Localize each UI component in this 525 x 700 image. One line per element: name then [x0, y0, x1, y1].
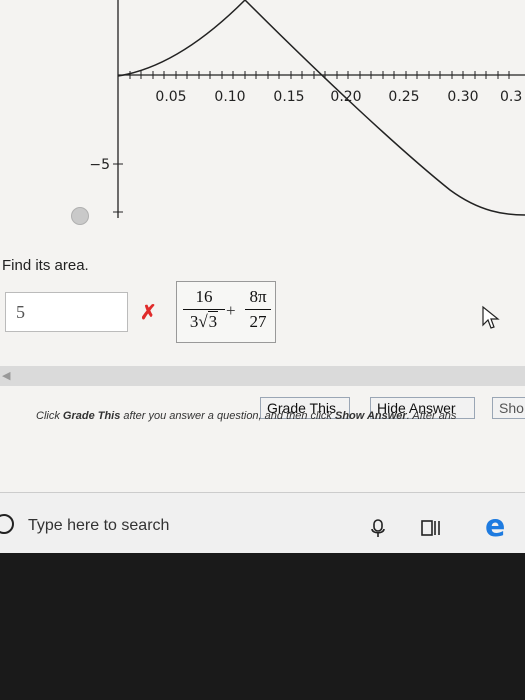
x-tick-label: 0.30: [447, 89, 478, 105]
horizontal-scrollbar[interactable]: ◀: [0, 366, 525, 386]
scroll-left-icon[interactable]: ◀: [2, 369, 10, 382]
microphone-icon[interactable]: [370, 519, 386, 539]
curve-upper: [117, 0, 246, 77]
fraction-term-1: 16 3√3: [183, 287, 225, 332]
graph-plot: 0.05 0.10 0.15 0.20 0.25 0.30 0.3 −5: [89, 0, 525, 218]
y-tick-label: −5: [89, 157, 110, 173]
windows-taskbar: Type here to search e: [0, 492, 525, 553]
x-tick-label: 0.25: [388, 89, 419, 105]
task-view-icon[interactable]: [420, 517, 442, 539]
term2-denominator: 27: [249, 312, 267, 331]
taskbar-search-input[interactable]: Type here to search: [28, 517, 169, 535]
answer-input[interactable]: 5: [5, 292, 128, 332]
fraction-term-2: 8π 27: [245, 287, 271, 332]
x-tick-label: 0.3: [500, 89, 522, 105]
x-tick-label: 0.05: [155, 89, 186, 105]
mouse-cursor-icon: [482, 305, 500, 329]
assignment-page: 0.05 0.10 0.15 0.20 0.25 0.30 0.3 −5 Fin…: [0, 0, 525, 492]
curve-lower: [244, 0, 525, 216]
term2-numerator: 8π: [249, 287, 267, 306]
term1-numerator: 16: [195, 287, 213, 306]
x-tick-label: 0.10: [214, 89, 245, 105]
cortana-icon[interactable]: [0, 514, 14, 534]
question-prompt: Find its area.: [2, 257, 89, 274]
instructions-text: Click Grade This after you answer a ques…: [36, 410, 457, 422]
incorrect-icon: ✗: [140, 302, 157, 324]
correct-answer-box: 16 3√3 + 8π 27: [176, 281, 276, 343]
radio-button[interactable]: [71, 207, 89, 225]
plus-operator: +: [226, 301, 236, 320]
background-desk: [0, 553, 525, 700]
edge-browser-icon[interactable]: e: [485, 509, 505, 544]
x-tick-label: 0.15: [273, 89, 304, 105]
term1-denominator: 3√3: [189, 311, 219, 331]
show-answer-button[interactable]: Sho: [492, 397, 525, 419]
x-tick-label: 0.20: [330, 89, 361, 105]
